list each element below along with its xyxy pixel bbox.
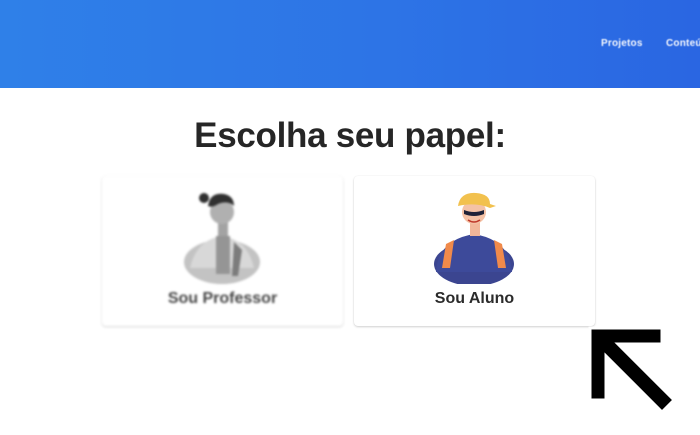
role-label-aluno: Sou Aluno <box>434 290 515 307</box>
nav-link-projetos[interactable]: Projetos <box>601 38 643 49</box>
page-title: Escolha seu papel: <box>194 116 506 155</box>
role-card-professor[interactable]: Sou Professor <box>102 176 343 326</box>
teacher-illustration-icon <box>184 193 260 284</box>
top-header: Projetos Conteúdos <box>0 0 700 88</box>
role-label-professor: Sou Professor <box>167 290 278 307</box>
arrow-pointer-icon <box>588 326 677 415</box>
role-card-aluno[interactable]: Sou Aluno <box>354 176 595 326</box>
student-illustration-icon <box>434 192 514 284</box>
nav-link-conteudos[interactable]: Conteúdos <box>666 38 700 49</box>
